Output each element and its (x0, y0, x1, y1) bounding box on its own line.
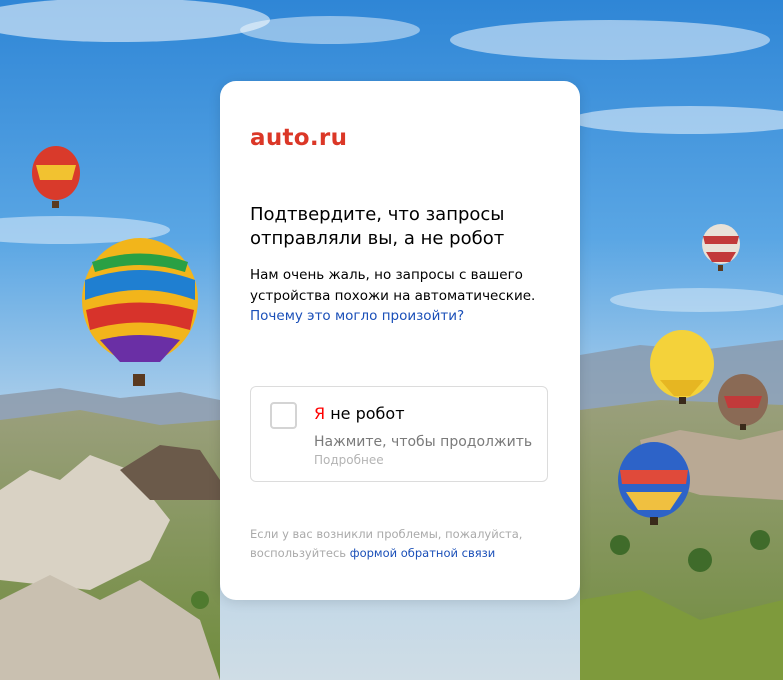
not-robot-captcha[interactable]: Я не робот Нажмите, чтобы продолжить Под… (250, 386, 548, 482)
captcha-label: Я не робот (314, 404, 405, 423)
why-link[interactable]: Почему это могло произойти? (250, 308, 464, 324)
not-robot-checkbox[interactable] (270, 402, 297, 429)
captcha-hint: Нажмите, чтобы продолжить (314, 434, 533, 450)
captcha-label-text: не робот (325, 404, 405, 423)
auto-ru-logo[interactable]: auto.ru (250, 125, 347, 151)
footer-text: Если у вас возникли проблемы, пожалуйста… (250, 525, 550, 562)
description-text: Нам очень жаль, но запросы с вашего устр… (250, 267, 536, 304)
captcha-card: auto.ru Подтвердите, что запросы отправл… (220, 81, 580, 600)
page-description: Нам очень жаль, но запросы с вашего устр… (250, 265, 540, 327)
page-title: Подтвердите, что запросы отправляли вы, … (250, 204, 505, 249)
yandex-letter-logo: Я (314, 404, 326, 423)
captcha-more-link[interactable]: Подробнее (314, 453, 384, 467)
feedback-form-link[interactable]: формой обратной связи (350, 546, 495, 560)
